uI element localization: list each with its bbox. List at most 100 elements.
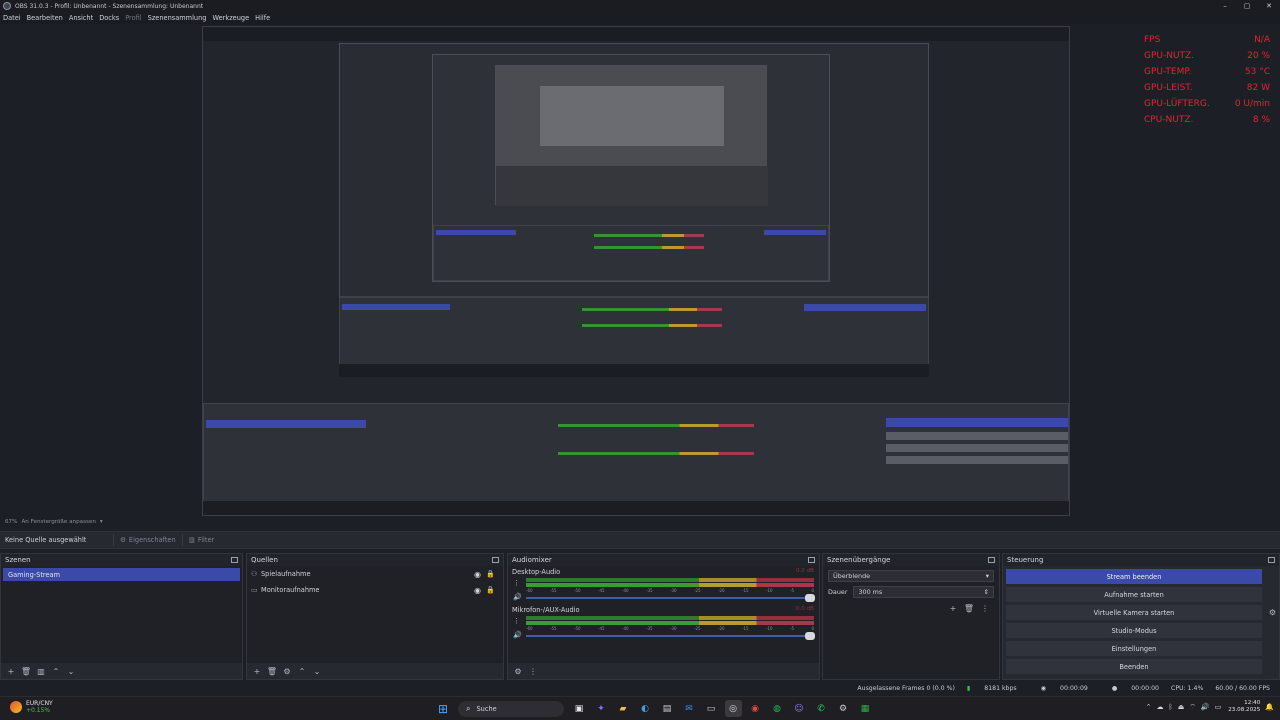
kebab-menu-icon[interactable]: ⋮	[513, 617, 520, 625]
obs-app-icon[interactable]: ◎	[724, 700, 742, 717]
menu-docks[interactable]: Docks	[99, 14, 119, 22]
stream-status-icon: ◉	[1040, 685, 1047, 692]
settings-button[interactable]: Einstellungen	[1006, 641, 1262, 656]
speaker-icon[interactable]: 🔊	[513, 631, 522, 639]
mail-icon[interactable]: ✉	[681, 700, 698, 717]
duration-label: Dauer	[828, 588, 848, 596]
chrome-icon[interactable]: ◉	[747, 700, 764, 717]
spin-arrows-icon[interactable]: ⇕	[984, 588, 989, 596]
wifi-icon[interactable]: ⌔	[1189, 703, 1196, 712]
move-down-button[interactable]: ⌄	[311, 665, 323, 677]
volume-slider-handle[interactable]	[805, 594, 815, 602]
volume-slider[interactable]	[526, 597, 809, 599]
undock-icon[interactable]	[1268, 557, 1275, 563]
minimize-button[interactable]: –	[1214, 0, 1236, 12]
lock-icon[interactable]: 🔒	[486, 570, 495, 578]
stop-stream-button[interactable]: Stream beenden	[1006, 569, 1262, 584]
whatsapp-icon[interactable]: ✆	[813, 700, 830, 717]
remove-source-button[interactable]: 🗑	[266, 665, 278, 677]
properties-button[interactable]: ⚙ Eigenschaften	[113, 534, 182, 546]
remove-transition-button[interactable]: 🗑	[963, 602, 975, 614]
duration-spinbox[interactable]: 300 ms ⇕	[853, 586, 994, 598]
speaker-icon[interactable]: 🔊	[513, 593, 522, 601]
currency-icon	[10, 701, 22, 713]
advanced-audio-gear-icon[interactable]: ⚙	[512, 665, 524, 677]
source-item-game-capture[interactable]: ⚇ Spielaufnahme ◉ 🔒	[247, 566, 503, 582]
gear-icon: ⚙	[120, 536, 126, 544]
close-button[interactable]: ✕	[1258, 0, 1280, 12]
file-explorer-icon[interactable]: ▰	[615, 700, 632, 717]
meter-ticks: -60 -55 -50 -45 -40 -35 -30 -25 -20 -15 -10 -5 0	[526, 626, 814, 631]
scene-filters-button[interactable]: ▥	[35, 665, 47, 677]
remove-scene-button[interactable]: 🗑	[20, 665, 32, 677]
system-clock[interactable]: 12:40 23.08.2025	[1228, 700, 1260, 714]
menu-scene-collection[interactable]: Szenensammlung	[148, 14, 207, 22]
visibility-eye-icon[interactable]: ◉	[474, 586, 481, 595]
photos-icon[interactable]: ▭	[703, 700, 720, 717]
recording-time: ● 00:00:00	[1111, 685, 1159, 692]
kebab-menu-icon[interactable]: ⋮	[513, 579, 520, 587]
undock-icon[interactable]	[988, 557, 995, 563]
discord-icon[interactable]: ☺	[791, 700, 808, 717]
weather-widget[interactable]: EUR/CNY +0.15%	[10, 700, 53, 714]
menu-help[interactable]: Hilfe	[255, 14, 270, 22]
record-status-icon: ●	[1111, 685, 1118, 692]
add-transition-button[interactable]: +	[947, 602, 959, 614]
volume-icon[interactable]: 🔊	[1201, 703, 1210, 711]
notification-bell-icon[interactable]: 🔔	[1265, 703, 1274, 711]
virtual-camera-settings-gear-icon[interactable]: ⚙	[1269, 608, 1276, 617]
bluetooth-icon[interactable]: ᛒ	[1168, 703, 1172, 711]
source-item-monitor-capture[interactable]: ▭ Monitoraufnahme ◉ 🔒	[247, 582, 503, 598]
spotify-icon[interactable]: ◍	[769, 700, 786, 717]
menu-profile[interactable]: Profil	[125, 14, 141, 22]
excel-icon[interactable]: ▦	[857, 700, 874, 717]
volume-meter-right	[526, 583, 814, 587]
filters-button[interactable]: ▥ Filter	[181, 534, 221, 546]
volume-meter-left	[526, 578, 814, 582]
start-virtual-camera-button[interactable]: Virtuelle Kamera starten ⚙	[1006, 605, 1276, 620]
menu-tools[interactable]: Werkzeuge	[212, 14, 249, 22]
studio-mode-button[interactable]: Studio-Modus	[1006, 623, 1262, 638]
add-source-button[interactable]: +	[251, 665, 263, 677]
menu-edit[interactable]: Bearbeiten	[27, 14, 63, 22]
exit-button[interactable]: Beenden	[1006, 659, 1262, 674]
undock-icon[interactable]	[231, 557, 238, 563]
scene-item-gaming-stream[interactable]: Gaming-Stream	[3, 568, 240, 581]
source-properties-button[interactable]: ⚙	[281, 665, 293, 677]
gamepad-icon: ⚇	[251, 570, 258, 578]
move-up-button[interactable]: ⌃	[50, 665, 62, 677]
menu-view[interactable]: Ansicht	[69, 14, 93, 22]
clock-date: 23.08.2025	[1228, 707, 1261, 713]
scene-transitions-header: Szenenübergänge	[823, 554, 999, 566]
volume-slider-handle[interactable]	[805, 632, 815, 640]
usb-icon[interactable]: ⏏	[1178, 703, 1185, 711]
transition-select[interactable]: Überblende ▾	[828, 570, 994, 582]
fit-to-window-dropdown[interactable]: An Fenstergröße anpassen	[21, 519, 95, 525]
taskbar-search[interactable]: ⌕ Suche	[458, 700, 564, 717]
move-up-button[interactable]: ⌃	[296, 665, 308, 677]
task-view-icon[interactable]: ▣	[571, 700, 588, 717]
chevron-down-icon[interactable]: ▾	[100, 519, 103, 525]
menu-file[interactable]: Datei	[3, 14, 21, 22]
add-scene-button[interactable]: +	[5, 665, 17, 677]
transitions-body: Überblende ▾ Dauer 300 ms ⇕ + 🗑 ⋮	[823, 566, 999, 679]
copilot-icon[interactable]: ✦	[593, 700, 610, 717]
battery-icon[interactable]: ▭	[1215, 703, 1222, 711]
cloud-icon[interactable]: ☁	[1156, 703, 1163, 711]
undock-icon[interactable]	[492, 557, 499, 563]
maximize-button[interactable]: ▢	[1236, 0, 1258, 12]
windows-start-icon[interactable]: ⊞	[435, 700, 452, 717]
store-icon[interactable]: ▤	[659, 700, 676, 717]
move-down-button[interactable]: ⌄	[65, 665, 77, 677]
visibility-eye-icon[interactable]: ◉	[474, 570, 481, 579]
volume-slider[interactable]	[526, 635, 809, 637]
mixer-menu-icon[interactable]: ⋮	[527, 665, 539, 677]
start-recording-button[interactable]: Aufnahme starten	[1006, 587, 1262, 602]
chevron-up-icon[interactable]: ⌃	[1146, 703, 1152, 711]
edge-browser-icon[interactable]: ◐	[637, 700, 654, 717]
preview-canvas[interactable]: FPS N/A GPU-NUTZ. 20 % GPU-TEMP. 53 °C GPU-…	[0, 24, 1280, 516]
lock-icon[interactable]: 🔒	[486, 586, 495, 594]
settings-gear-icon[interactable]: ⚙	[835, 700, 852, 717]
transition-menu-icon[interactable]: ⋮	[979, 602, 991, 614]
undock-icon[interactable]	[808, 557, 815, 563]
